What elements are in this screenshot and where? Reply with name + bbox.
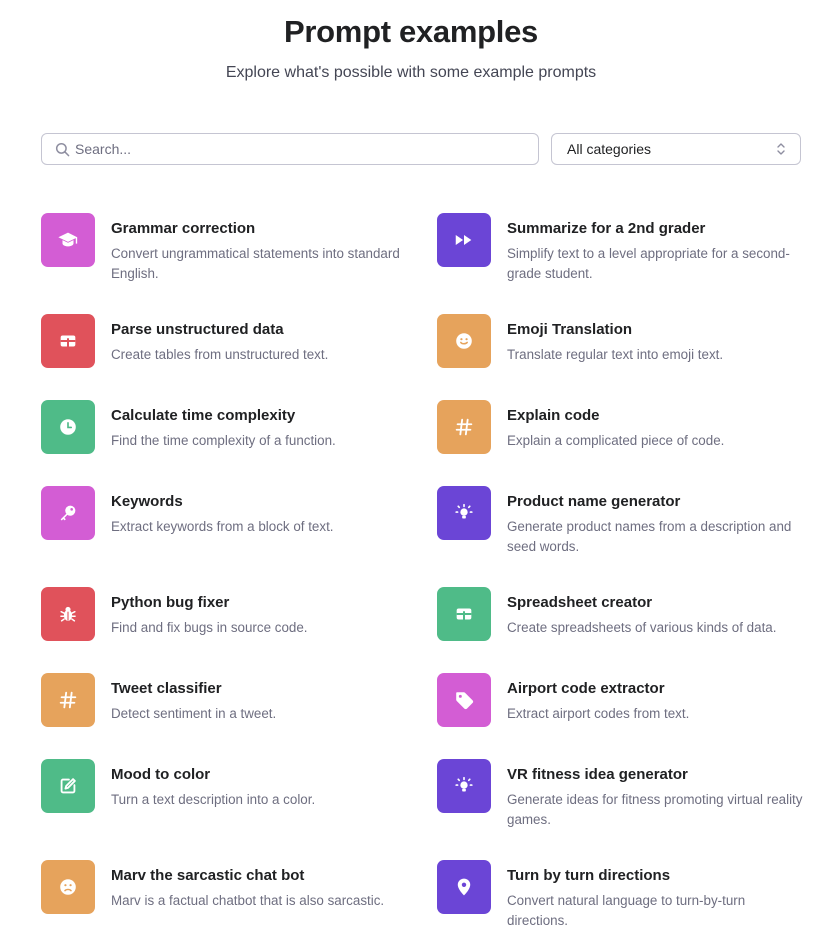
example-title: Explain code [507, 407, 600, 424]
example-description: Simplify text to a level appropriate for… [507, 246, 790, 281]
example-description: Find the time complexity of a function. [111, 433, 336, 448]
page-title: Prompt examples [284, 14, 538, 49]
example-description: Extract keywords from a block of text. [111, 519, 334, 534]
hashtag-icon [437, 400, 491, 454]
fast-forward-icon [437, 213, 491, 267]
example-title: Summarize for a 2nd grader [507, 220, 706, 237]
smiley-icon [437, 314, 491, 368]
page-subtitle: Explore what's possible with some exampl… [225, 64, 597, 81]
example-description: Find and fix bugs in source code. [111, 620, 308, 635]
tag-icon [437, 673, 491, 727]
example-description: Convert ungrammatical statements into st… [111, 246, 400, 281]
example-description: Generate ideas for fitness promoting vir… [507, 792, 803, 827]
example-title: Tweet classifier [111, 680, 222, 697]
example-title: Product name generator [507, 493, 681, 510]
graduation-cap-icon [41, 213, 95, 267]
frown-icon [41, 860, 95, 914]
example-title: VR fitness idea generator [507, 766, 688, 783]
example-title: Keywords [111, 493, 183, 510]
example-description: Create tables from unstructured text. [111, 347, 329, 362]
example-description: Extract airport codes from text. [507, 706, 690, 721]
search-box[interactable] [41, 133, 539, 165]
example-description: Detect sentiment in a tweet. [111, 706, 277, 721]
example-title: Airport code extractor [507, 680, 665, 697]
example-title: Turn by turn directions [507, 867, 671, 884]
search-input[interactable] [75, 141, 515, 157]
example-title: Marv the sarcastic chat bot [111, 867, 305, 884]
example-description: Generate product names from a descriptio… [507, 519, 792, 554]
example-title: Python bug fixer [111, 594, 230, 611]
example-title: Grammar correction [111, 220, 256, 237]
example-title: Emoji Translation [507, 321, 633, 338]
example-description: Turn a text description into a color. [111, 792, 316, 807]
example-title: Parse unstructured data [111, 321, 284, 338]
example-title: Spreadsheet creator [507, 594, 653, 611]
chevron-up-down-icon [776, 142, 786, 156]
example-description: Convert natural language to turn-by-turn… [507, 893, 746, 928]
example-description: Translate regular text into emoji text. [507, 347, 724, 362]
example-title: Calculate time complexity [111, 407, 296, 424]
example-description: Create spreadsheets of various kinds of … [507, 620, 777, 635]
example-description: Explain a complicated piece of code. [507, 433, 725, 448]
table-icon [41, 314, 95, 368]
bug-icon [41, 587, 95, 641]
map-pin-icon [437, 860, 491, 914]
clock-icon [41, 400, 95, 454]
search-icon [54, 141, 70, 157]
edit-icon [41, 759, 95, 813]
table-icon [437, 587, 491, 641]
key-icon [41, 486, 95, 540]
example-description: Marv is a factual chatbot that is also s… [111, 893, 385, 908]
category-select-value: All categories [567, 141, 652, 157]
lightbulb-icon [437, 486, 491, 540]
lightbulb-icon [437, 759, 491, 813]
hashtag-icon [41, 673, 95, 727]
example-title: Mood to color [111, 766, 211, 783]
category-select[interactable]: All categories [551, 133, 801, 165]
